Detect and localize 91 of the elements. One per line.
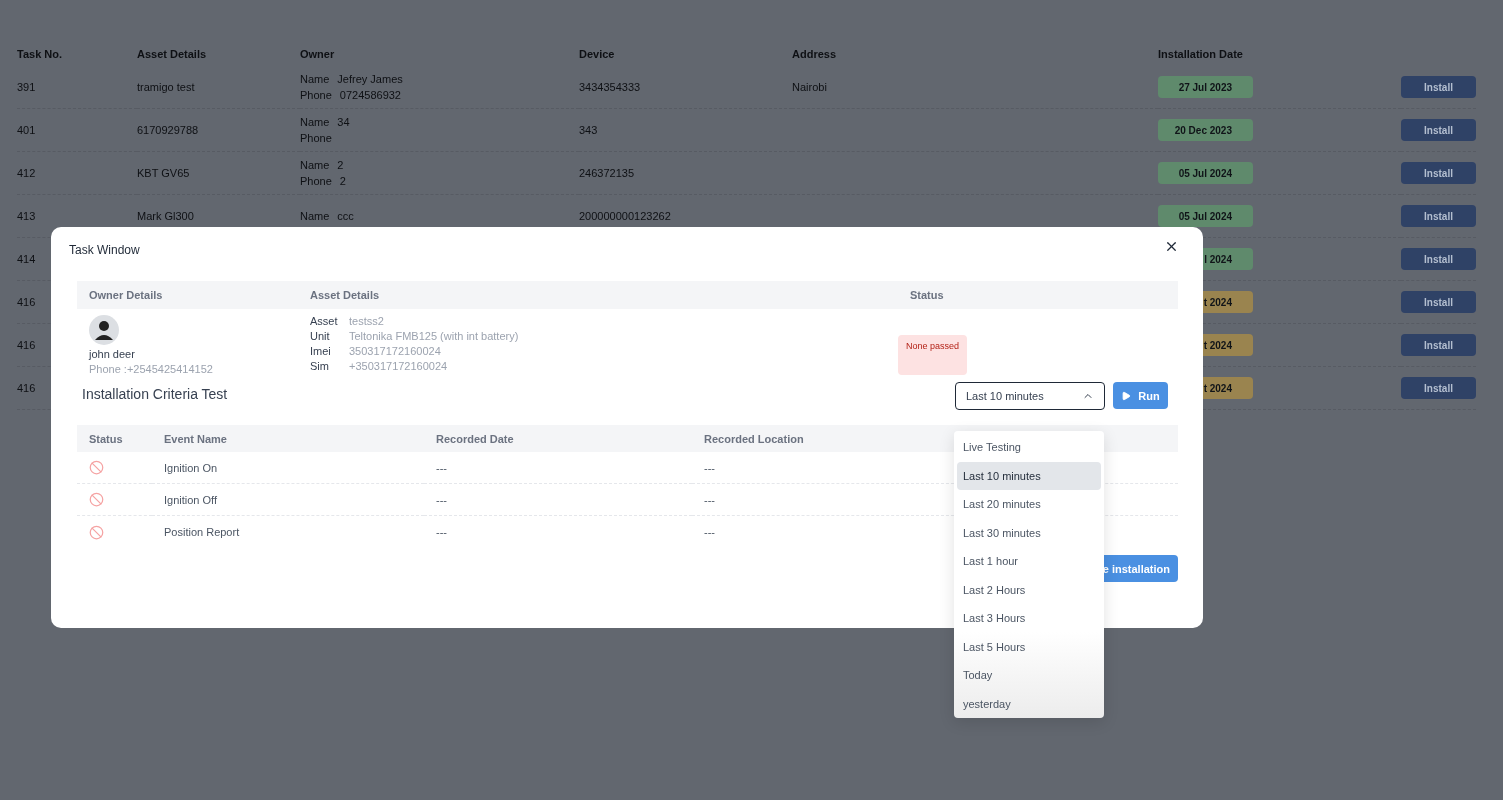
recorded-location: --- [704, 493, 715, 506]
asset-value: Teltonika FMB125 (with int battery) [349, 330, 520, 342]
dropdown-option[interactable]: Today [957, 661, 1101, 690]
event-name: Position Report [164, 526, 240, 538]
column-header: Device [579, 48, 615, 60]
dropdown-option[interactable]: Live Testing [957, 433, 1101, 462]
device-number: 3434354333 [579, 81, 641, 93]
install-button[interactable]: Install [1401, 248, 1476, 270]
asset-label: Sim [310, 360, 330, 372]
asset-label: Asset [310, 315, 339, 327]
installation-date: 20 Dec 2023 [1158, 119, 1253, 141]
owner-value: 2 [337, 159, 344, 171]
status-badge: None passed [898, 335, 968, 375]
address: Nairobi [792, 81, 827, 93]
device-number: 246372135 [579, 167, 635, 179]
play-icon [1121, 390, 1132, 401]
asset-value: testss2 [349, 315, 385, 327]
task-number: 416 [17, 339, 36, 351]
install-button[interactable]: Install [1401, 162, 1476, 184]
owner-label: Name [300, 210, 330, 222]
section-title: Installation Criteria Test [82, 386, 228, 402]
install-button[interactable]: Install [1401, 291, 1476, 313]
dropdown-option[interactable]: Last 5 Hours [957, 632, 1101, 661]
recorded-location: --- [704, 461, 715, 474]
column-header: Installation Date [1158, 48, 1243, 60]
column-header: Address [792, 48, 837, 60]
column-header: Asset Details [137, 48, 207, 60]
owner-label: Name [300, 159, 330, 171]
install-button[interactable]: Install [1401, 205, 1476, 227]
owner-value: 34 [337, 116, 350, 128]
owner-name: john deer [89, 348, 136, 360]
avatar-icon [89, 315, 119, 345]
recorded-date: --- [436, 493, 447, 506]
event-name: Ignition On [164, 461, 218, 474]
column-header: Status [89, 432, 123, 445]
dropdown-option[interactable]: yesterday [957, 689, 1101, 718]
dropdown-option[interactable]: Last 10 minutes [957, 461, 1101, 490]
task-number: 412 [17, 167, 36, 179]
device-number: 200000000123262 [579, 210, 671, 222]
column-header: Event Name [164, 432, 227, 445]
column-header: Recorded Date [436, 432, 514, 445]
time-range-select[interactable]: Last 10 minutes [955, 382, 1105, 410]
blocked-icon [89, 524, 104, 540]
install-button[interactable]: Install [1401, 76, 1476, 98]
column-header: Asset Details [310, 289, 380, 301]
column-header: Owner [300, 48, 335, 60]
asset-name: 6170929788 [137, 124, 199, 136]
event-name: Ignition Off [164, 493, 217, 506]
installation-date: 05 Jul 2024 [1158, 205, 1253, 227]
task-number: 413 [17, 210, 36, 222]
asset-value: +350317172160024 [349, 360, 449, 372]
column-header: Owner Details [89, 289, 163, 301]
install-button[interactable]: Install [1401, 377, 1476, 399]
asset-name: KBT GV65 [137, 167, 190, 179]
column-header: Task No. [17, 48, 63, 60]
owner-value: ccc [337, 210, 354, 222]
asset-label: Unit [310, 330, 331, 342]
dropdown-option[interactable]: Last 3 Hours [957, 604, 1101, 633]
asset-label: Imei [310, 345, 332, 357]
blocked-icon [89, 460, 104, 475]
owner-label: Phone [300, 175, 332, 187]
install-button[interactable]: Install [1401, 119, 1476, 141]
asset-name: tramigo test [137, 81, 195, 93]
owner-value: 2 [339, 175, 346, 187]
install-button[interactable]: Install [1401, 334, 1476, 356]
owner-label: Name [300, 73, 330, 85]
owner-label: Phone [300, 132, 332, 144]
asset-value: 350317172160024 [349, 345, 442, 357]
blocked-icon [89, 492, 104, 507]
owner-phone: Phone :+2545425414152 [89, 363, 214, 375]
task-number: 416 [17, 296, 36, 308]
owner-label: Phone [300, 89, 332, 101]
installation-date: 05 Jul 2024 [1158, 162, 1253, 184]
dropdown-option[interactable]: Last 20 minutes [957, 490, 1101, 519]
asset-name: Mark Gl300 [137, 210, 194, 222]
owner-value: Jefrey James [337, 73, 403, 85]
owner-label: Name [300, 116, 330, 128]
recorded-date: --- [436, 526, 447, 538]
column-header: Recorded Location [704, 432, 804, 445]
recorded-location: --- [704, 526, 715, 538]
task-number: 401 [17, 124, 36, 136]
owner-value: 0724586932 [339, 89, 401, 101]
task-number: 391 [17, 81, 36, 93]
device-number: 343 [579, 124, 598, 136]
task-number: 416 [17, 382, 36, 394]
task-number: 414 [17, 253, 36, 265]
column-header: Status [910, 289, 944, 301]
window-title: Task Window [69, 243, 140, 257]
dropdown-option[interactable]: Last 30 minutes [957, 518, 1101, 547]
recorded-date: --- [436, 461, 447, 474]
installation-date: 27 Jul 2023 [1158, 76, 1253, 98]
